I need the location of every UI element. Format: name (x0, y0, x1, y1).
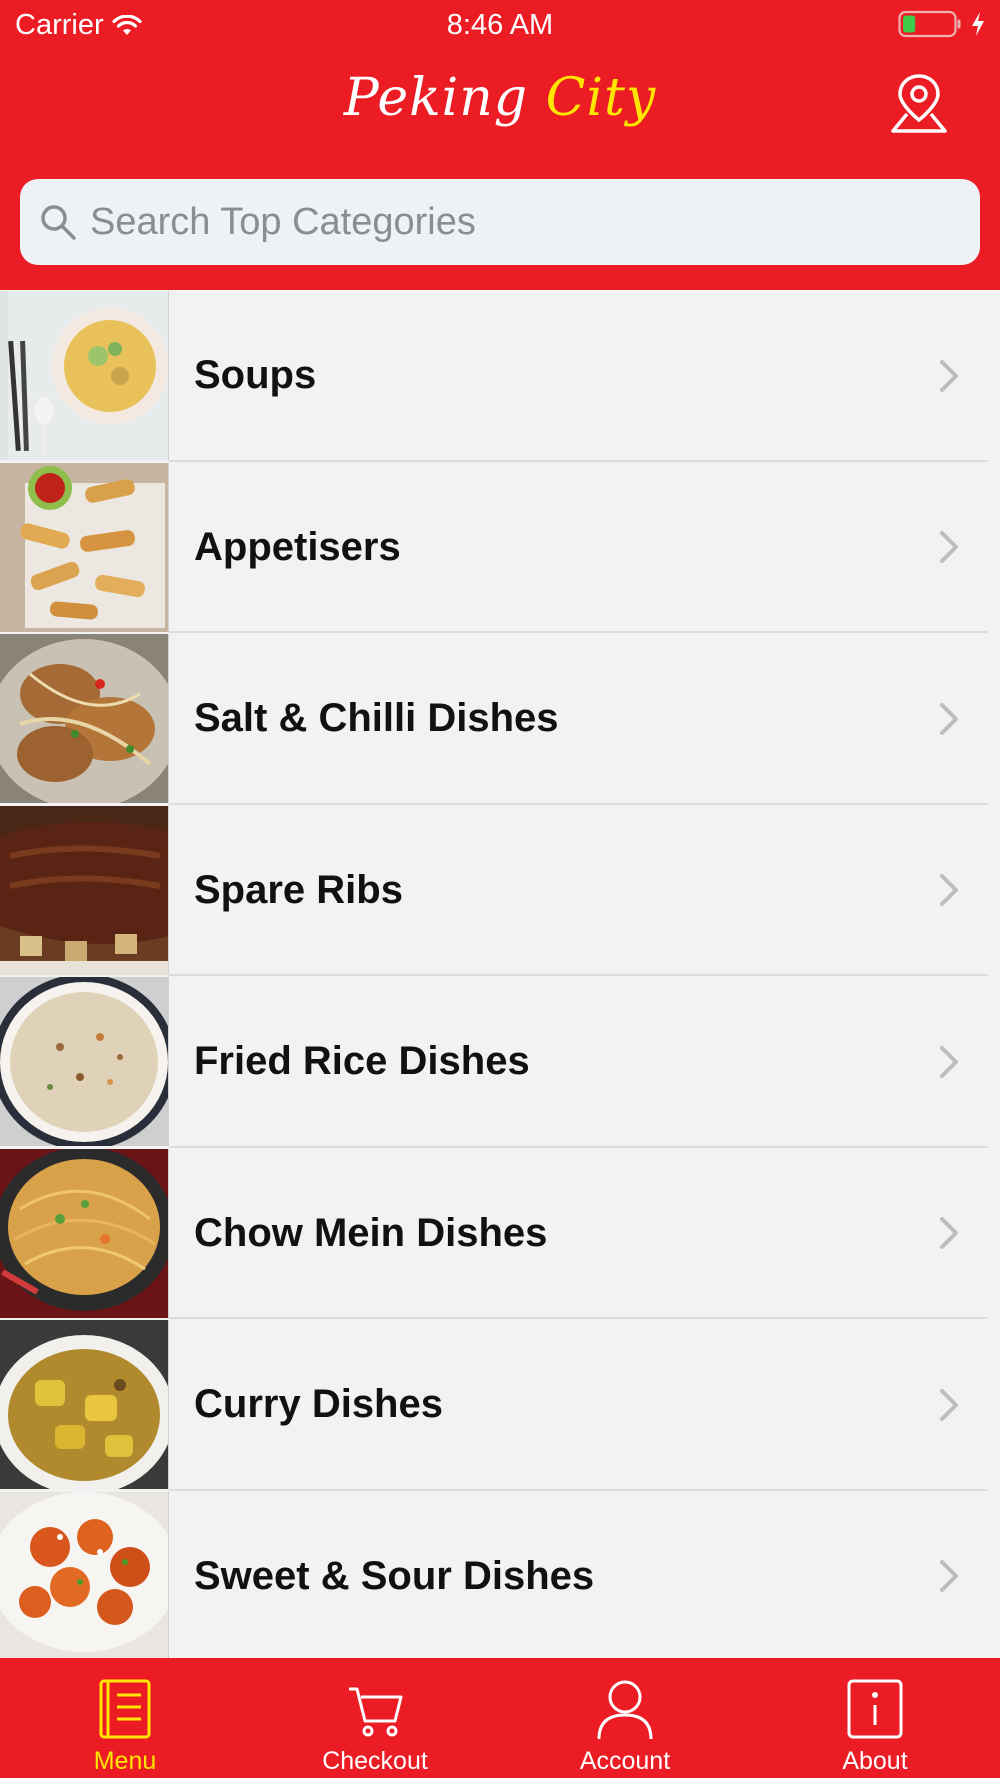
search-icon (41, 205, 76, 240)
tab-menu[interactable]: Menu (0, 1658, 250, 1778)
brand-logo: Peking City (0, 68, 1000, 128)
category-label: Soups (194, 353, 317, 398)
chevron-right-icon (940, 874, 958, 907)
chevron-right-icon (940, 531, 958, 564)
tab-checkout[interactable]: Checkout (250, 1658, 500, 1778)
category-row-soups[interactable]: Soups (0, 290, 1000, 462)
tab-label: Menu (93, 1747, 157, 1775)
chevron-right-icon (940, 359, 958, 392)
status-bar: Carrier 8:46 AM (0, 0, 1000, 50)
category-row-sweet-sour[interactable]: Sweet & Sour Dishes (0, 1490, 1000, 1658)
chevron-right-icon (940, 1560, 958, 1593)
chevron-right-icon (940, 1045, 958, 1078)
category-label: Salt & Chilli Dishes (194, 696, 559, 741)
tab-label: About (842, 1747, 908, 1775)
cart-icon (349, 1687, 403, 1737)
chow-mein-photo (0, 1148, 169, 1318)
category-row-salt-chilli[interactable]: Salt & Chilli Dishes (0, 633, 1000, 805)
category-label: Spare Ribs (194, 867, 403, 912)
tab-label: Checkout (322, 1747, 428, 1775)
category-row-appetisers[interactable]: Appetisers (0, 461, 1000, 633)
category-label: Curry Dishes (194, 1382, 443, 1427)
chevron-right-icon (940, 1388, 958, 1421)
curry-photo (0, 1320, 169, 1490)
category-label: Appetisers (194, 524, 401, 569)
battery-icon (898, 10, 961, 38)
chevron-right-icon (940, 1217, 958, 1250)
clock: 8:46 AM (446, 9, 554, 41)
category-row-spare-ribs[interactable]: Spare Ribs (0, 804, 1000, 976)
brand-name-primary: Peking (343, 68, 529, 128)
category-list[interactable]: Soups Appetisers Salt & Chilli Dishes Sp… (0, 290, 1000, 1658)
chevron-right-icon (940, 702, 958, 735)
soup-bowl-photo (0, 291, 169, 461)
info-icon (847, 1679, 903, 1739)
fried-rice-photo (0, 977, 169, 1147)
sweet-sour-photo (0, 1491, 169, 1658)
tab-about[interactable]: About (750, 1658, 1000, 1778)
spare-ribs-photo (0, 805, 169, 975)
brand-name-secondary: City (545, 68, 657, 128)
tab-label: Account (579, 1747, 671, 1775)
menu-book-icon (99, 1679, 151, 1739)
battery-indicator (898, 10, 986, 38)
spring-rolls-photo (0, 462, 169, 632)
location-pin-icon[interactable] (888, 72, 950, 134)
person-icon (597, 1680, 653, 1740)
category-label: Fried Rice Dishes (194, 1039, 530, 1084)
charging-bolt-icon (972, 12, 984, 36)
search-input[interactable] (90, 200, 950, 244)
category-row-curry[interactable]: Curry Dishes (0, 1319, 1000, 1491)
category-label: Sweet & Sour Dishes (194, 1553, 595, 1598)
salt-chilli-photo (0, 634, 169, 804)
tab-bar: Menu Checkout Account About (0, 1658, 1000, 1778)
tab-account[interactable]: Account (500, 1658, 750, 1778)
category-label: Chow Mein Dishes (194, 1210, 548, 1255)
search-bar[interactable] (20, 179, 980, 265)
app-header: Peking City (0, 50, 1000, 290)
category-row-fried-rice[interactable]: Fried Rice Dishes (0, 976, 1000, 1148)
category-row-chow-mein[interactable]: Chow Mein Dishes (0, 1147, 1000, 1319)
